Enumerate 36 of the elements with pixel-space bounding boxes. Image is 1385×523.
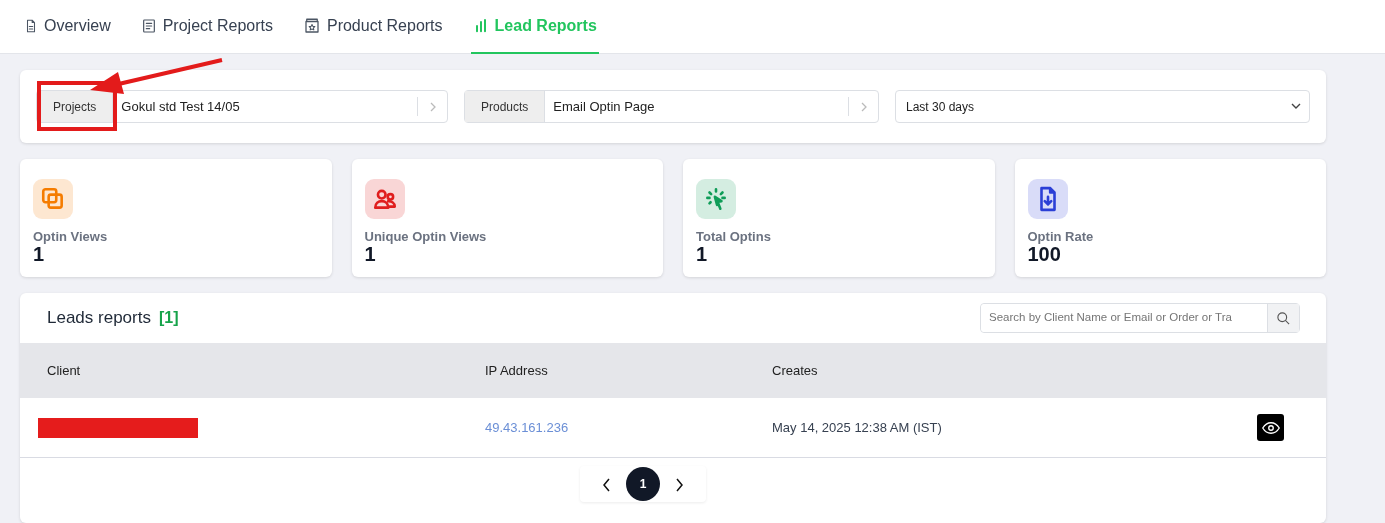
column-header: Creates [772,362,818,378]
chevron-right-icon [428,101,437,112]
stat-label: Optin Rate [1027,230,1095,245]
eye-icon [1261,420,1280,435]
section-title: Leads reports [47,307,151,330]
select-label: Products [465,91,546,122]
select-field[interactable]: Products Email Optin Page [464,90,879,123]
period-select[interactable]: Last 30 days [895,90,1310,123]
stat-value: 1 [364,244,376,266]
chevron-left-icon [602,477,612,492]
view-button[interactable] [1257,414,1284,441]
ip-address: 49.43.161.236 [485,419,569,435]
select-field[interactable]: Projects Gokul std Test 14/05 [36,90,448,123]
column-header: IP Address [485,362,548,378]
created-date: May 14, 2025 12:38 AM (IST) [772,418,942,437]
page-button[interactable]: 1 [626,467,660,501]
chevron-down-icon [1291,103,1301,110]
stat-label: Total Optins [696,230,772,245]
stat-label: Optin Views [33,230,109,245]
search-button[interactable] [1267,304,1299,332]
tab[interactable]: Project Reports [138,0,275,54]
chevron-right-icon [859,101,868,112]
document-icon [24,18,38,34]
box-star-icon [302,17,321,35]
report-icon [140,18,157,34]
tab[interactable]: Product Reports [300,0,445,54]
lead-count: [1] [158,308,179,329]
stat-label: Unique Optin Views [364,230,488,245]
stat-value: 1 [33,244,45,266]
search-field[interactable]: Search by Client Name or Email or Order or Tra [980,303,1300,333]
chevron-right-icon [674,477,684,492]
stat-value: 1 [696,244,709,266]
column-header: Client [47,362,81,378]
search-icon [1276,310,1291,326]
tab[interactable]: Overview [22,0,113,54]
stat-value: 100 [1027,244,1062,266]
